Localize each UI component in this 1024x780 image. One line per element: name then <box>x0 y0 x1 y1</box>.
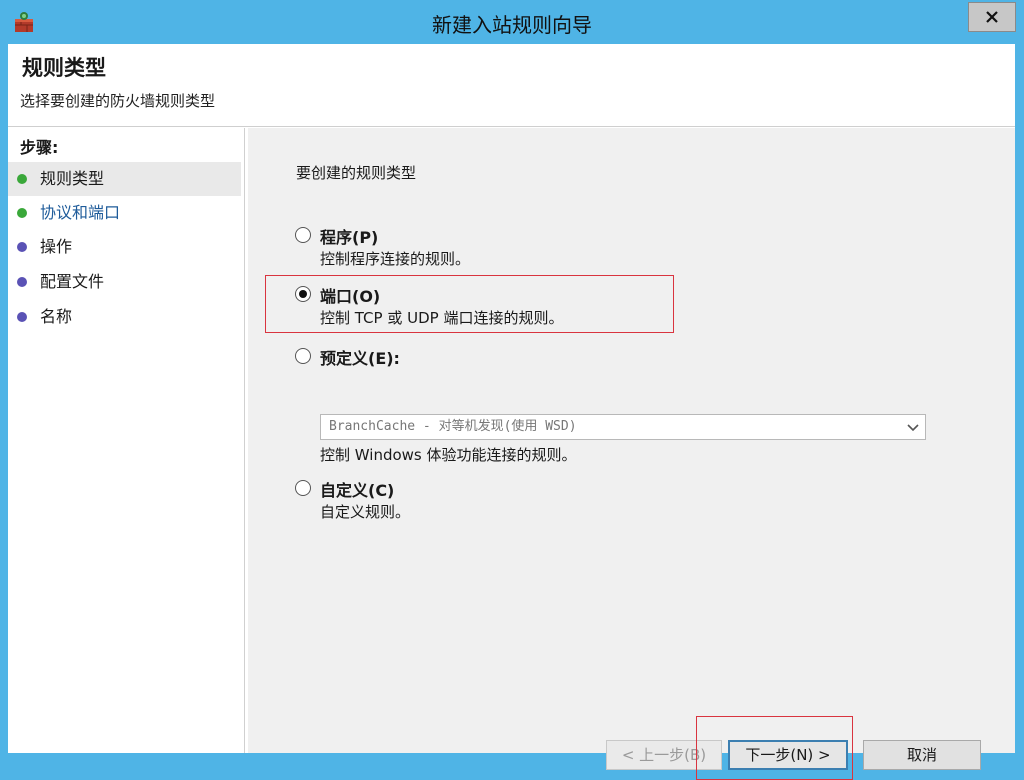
rule-type-question: 要创建的规则类型 <box>296 164 417 182</box>
chevron-down-icon <box>907 424 919 432</box>
wizard-header: 规则类型 选择要创建的防火墙规则类型 <box>8 44 1015 127</box>
page-subtitle: 选择要创建的防火墙规则类型 <box>20 92 216 110</box>
step-label: 配置文件 <box>40 272 105 291</box>
option-custom-desc: 自定义规则。 <box>320 503 411 521</box>
radio-predefined[interactable] <box>295 348 311 364</box>
page-title: 规则类型 <box>22 56 106 80</box>
window-title: 新建入站规则向导 <box>432 13 592 37</box>
option-port-desc: 控制 TCP 或 UDP 端口连接的规则。 <box>320 309 564 327</box>
title-bar[interactable]: 新建入站规则向导 <box>0 0 1024 44</box>
radio-port[interactable] <box>295 286 311 302</box>
step-rule-type[interactable]: 规则类型 <box>8 162 241 196</box>
option-predefined-label[interactable]: 预定义(E): <box>320 345 400 369</box>
step-label: 规则类型 <box>40 169 105 188</box>
close-button[interactable] <box>968 2 1016 32</box>
step-status-icon <box>17 174 27 184</box>
option-port-label[interactable]: 端口(O) <box>320 283 380 307</box>
radio-program[interactable] <box>295 227 311 243</box>
radio-custom[interactable] <box>295 480 311 496</box>
next-button-highlight <box>696 716 853 780</box>
close-icon <box>986 11 998 23</box>
step-label: 协议和端口 <box>40 203 121 222</box>
steps-panel: 步骤: 规则类型 协议和端口 操作 配置文件 名称 <box>8 128 245 753</box>
predefined-select[interactable]: BranchCache - 对等机发现(使用 WSD) <box>320 414 926 440</box>
option-program-desc: 控制程序连接的规则。 <box>320 250 471 268</box>
step-status-icon <box>17 242 27 252</box>
step-protocol-ports[interactable]: 协议和端口 <box>8 196 241 230</box>
content-panel: 要创建的规则类型 程序(P) 控制程序连接的规则。 端口(O) 控制 TCP 或… <box>248 128 1015 780</box>
dialog-client: 规则类型 选择要创建的防火墙规则类型 步骤: 规则类型 协议和端口 操作 配置文… <box>8 44 1015 780</box>
wizard-window: 新建入站规则向导 规则类型 选择要创建的防火墙规则类型 步骤: 规则类型 协议和… <box>0 0 1024 780</box>
option-program-label[interactable]: 程序(P) <box>320 224 378 248</box>
option-predefined-desc: 控制 Windows 体验功能连接的规则。 <box>320 446 577 464</box>
step-name[interactable]: 名称 <box>8 300 241 334</box>
step-label: 操作 <box>40 237 73 256</box>
step-label: 名称 <box>40 307 73 326</box>
predefined-select-value: BranchCache - 对等机发现(使用 WSD) <box>329 419 577 434</box>
cancel-button[interactable]: 取消 <box>863 740 981 770</box>
steps-heading: 步骤: <box>20 138 59 157</box>
step-profile[interactable]: 配置文件 <box>8 265 241 299</box>
step-status-icon <box>17 277 27 287</box>
step-action[interactable]: 操作 <box>8 230 241 264</box>
step-status-icon <box>17 312 27 322</box>
step-status-icon <box>17 208 27 218</box>
option-custom-label[interactable]: 自定义(C) <box>320 477 394 501</box>
